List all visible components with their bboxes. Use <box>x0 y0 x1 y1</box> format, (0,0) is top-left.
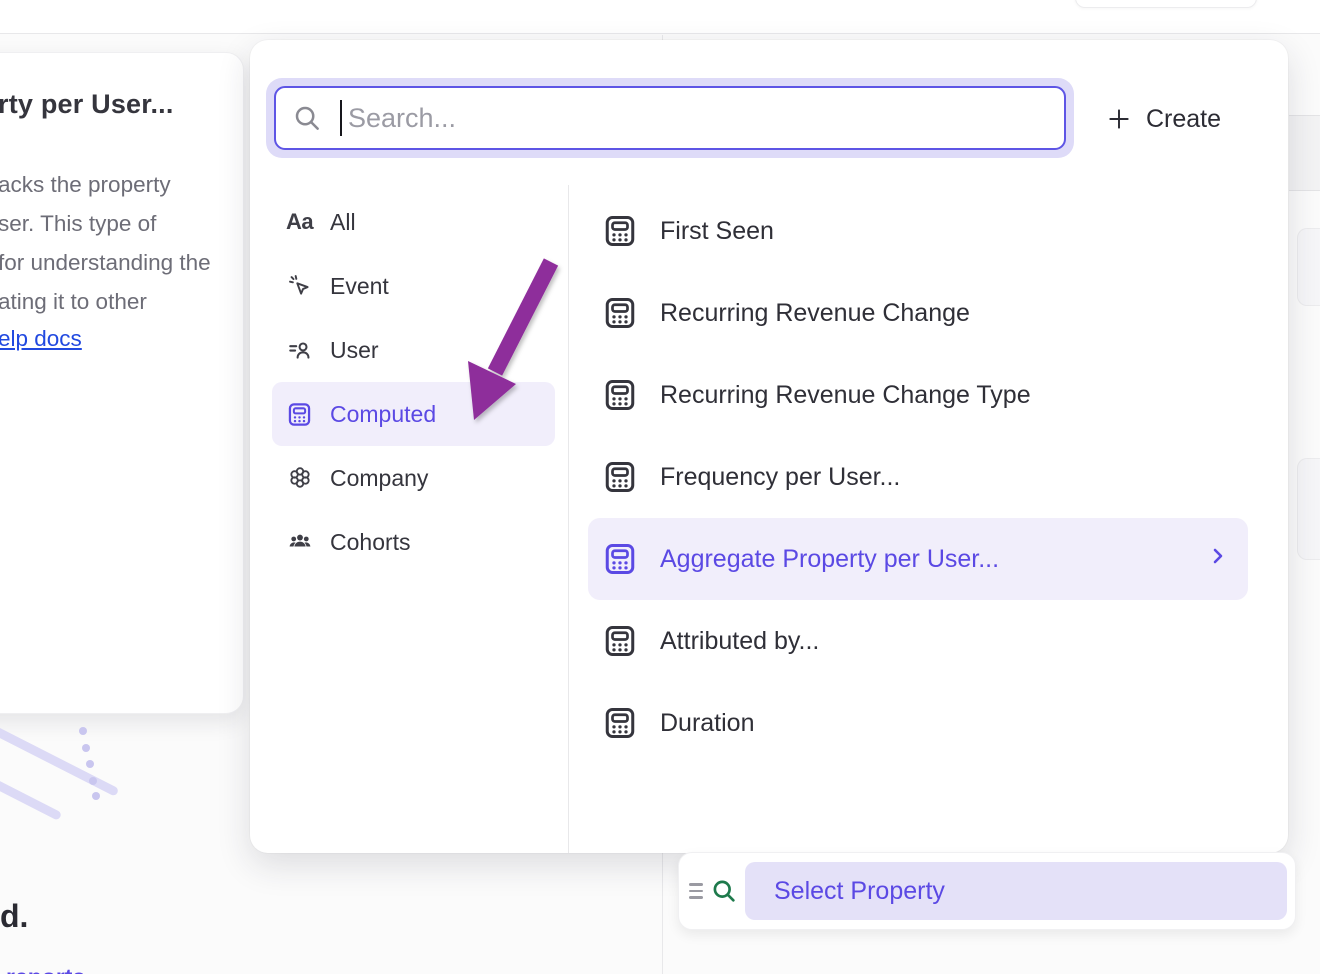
property-recurring-revenue-change-type[interactable]: Recurring Revenue Change Type <box>588 354 1248 436</box>
category-label: Company <box>330 465 428 492</box>
calculator-icon <box>286 401 313 428</box>
calculator-icon <box>602 623 638 659</box>
green-search-icon <box>710 877 738 905</box>
category-all[interactable]: Aa All <box>272 190 555 254</box>
event-click-icon <box>286 273 313 300</box>
category-cohorts[interactable]: Cohorts <box>272 510 555 574</box>
property-selector-popover: Create Aa All Event User <box>250 40 1288 853</box>
property-duration[interactable]: Duration <box>588 682 1248 764</box>
plus-icon <box>1106 106 1132 132</box>
search-icon <box>292 103 322 133</box>
decorative-dot <box>79 727 87 735</box>
search-input[interactable] <box>348 103 1064 134</box>
property-first-seen[interactable]: First Seen <box>588 190 1248 272</box>
tooltip-line: for understanding the <box>0 243 211 282</box>
chevron-right-icon <box>1208 544 1228 575</box>
calculator-icon <box>602 459 638 495</box>
popover-column-divider <box>568 185 569 853</box>
category-computed[interactable]: Computed <box>272 382 555 446</box>
grip-lines-icon[interactable] <box>689 883 703 899</box>
calculator-icon <box>602 705 638 741</box>
clipped-page-link-text: reports <box>6 964 85 974</box>
property-label: Aggregate Property per User... <box>660 545 999 574</box>
clipped-right-card <box>1297 228 1320 306</box>
decorative-dot <box>82 744 90 752</box>
create-button-label: Create <box>1146 105 1221 134</box>
category-label: Event <box>330 273 389 300</box>
calculator-icon <box>602 377 638 413</box>
tooltip-line: acks the property <box>0 165 211 204</box>
company-cluster-icon <box>286 465 313 492</box>
category-label: All <box>330 209 356 236</box>
decorative-dot <box>89 777 97 785</box>
clipped-page-heading: d. <box>0 898 28 935</box>
property-list: First Seen Recurring Revenue Change Recu… <box>588 190 1248 764</box>
calculator-icon <box>602 295 638 331</box>
category-label: Computed <box>330 401 436 428</box>
property-aggregate-property-per-user[interactable]: Aggregate Property per User... <box>588 518 1248 600</box>
cohorts-people-icon <box>286 529 313 556</box>
category-company[interactable]: Company <box>272 446 555 510</box>
category-label: Cohorts <box>330 529 411 556</box>
property-label: Frequency per User... <box>660 463 900 492</box>
category-label: User <box>330 337 379 364</box>
clipped-top-button[interactable] <box>1075 0 1257 8</box>
tooltip-title: rty per User... <box>0 89 174 120</box>
text-aa-icon: Aa <box>286 209 313 236</box>
tooltip-description: acks the property ser. This type of for … <box>0 165 211 321</box>
property-selector-field: Select Property <box>678 852 1296 930</box>
horizontal-divider <box>0 33 1320 34</box>
property-label: Duration <box>660 709 755 738</box>
property-label: First Seen <box>660 217 774 246</box>
property-recurring-revenue-change[interactable]: Recurring Revenue Change <box>588 272 1248 354</box>
calculator-icon <box>602 541 638 577</box>
decorative-dot <box>92 792 100 800</box>
property-label: Recurring Revenue Change Type <box>660 381 1031 410</box>
tooltip-line: ser. This type of <box>0 204 211 243</box>
user-list-icon <box>286 337 313 364</box>
decorative-dot <box>86 760 94 768</box>
search-focus-ring <box>266 78 1074 158</box>
search-field[interactable] <box>274 86 1066 150</box>
clipped-page-link[interactable]: reports <box>6 964 126 974</box>
tooltip-line: ating it to other <box>0 282 211 321</box>
property-frequency-per-user[interactable]: Frequency per User... <box>588 436 1248 518</box>
property-label: Recurring Revenue Change <box>660 299 970 328</box>
select-property-label: Select Property <box>774 877 945 906</box>
category-user[interactable]: User <box>272 318 555 382</box>
create-button[interactable]: Create <box>1106 96 1221 142</box>
property-tooltip-card: rty per User... acks the property ser. T… <box>0 52 244 714</box>
property-label: Attributed by... <box>660 627 819 656</box>
category-event[interactable]: Event <box>272 254 555 318</box>
calculator-icon <box>602 213 638 249</box>
clipped-right-panel <box>1289 115 1320 191</box>
text-caret <box>340 100 342 136</box>
property-attributed-by[interactable]: Attributed by... <box>588 600 1248 682</box>
help-docs-link[interactable]: elp docs <box>0 326 82 352</box>
clipped-right-card <box>1297 458 1320 560</box>
select-property-button[interactable]: Select Property <box>745 862 1287 920</box>
category-list: Aa All Event User <box>272 190 555 574</box>
